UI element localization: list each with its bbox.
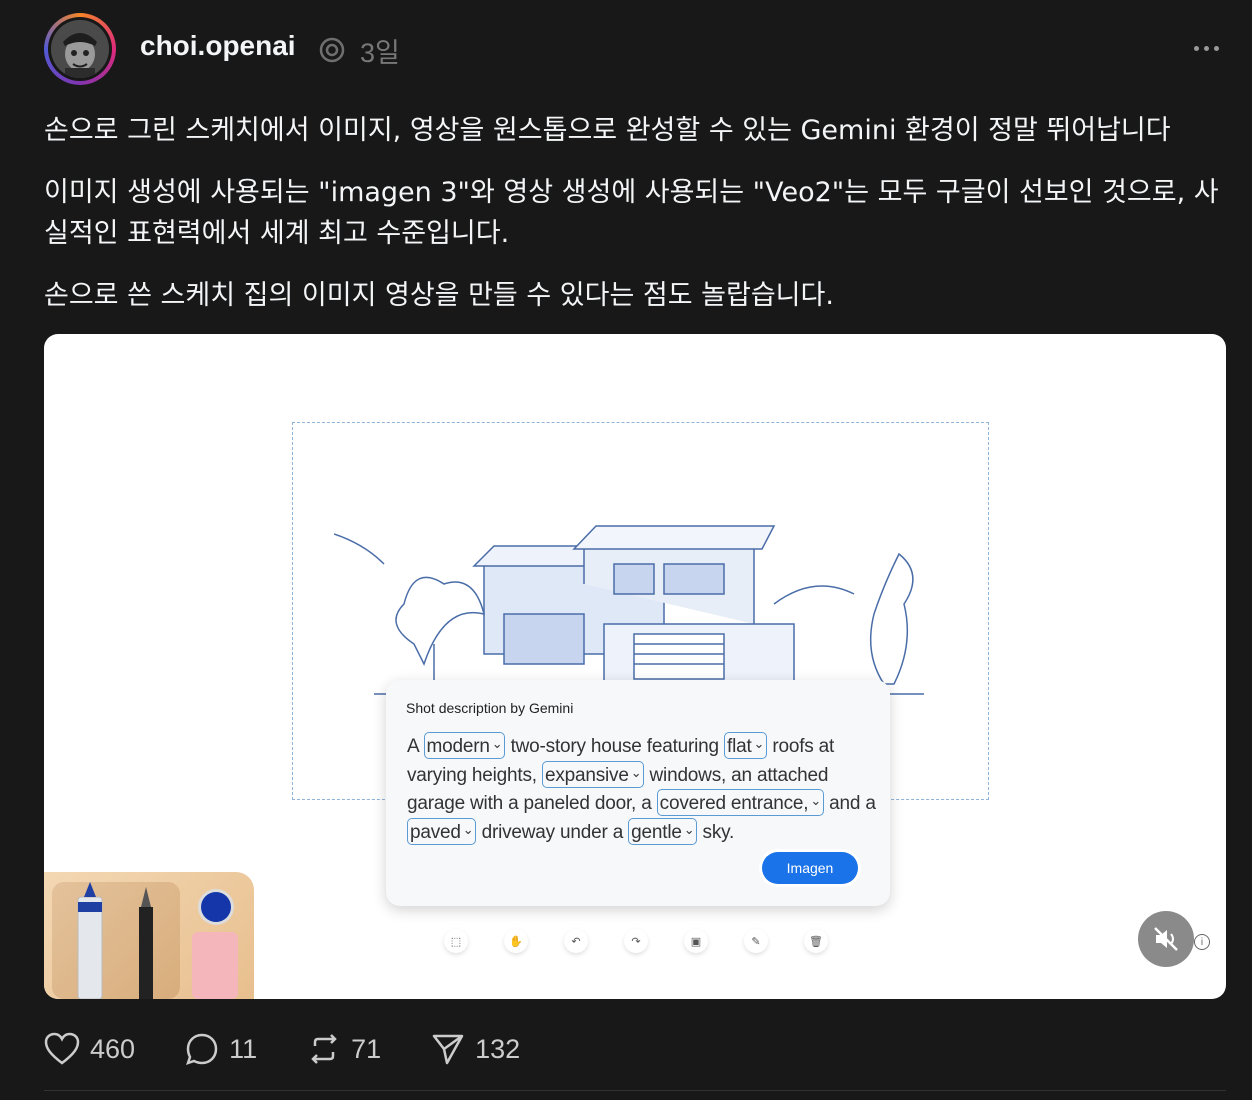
canvas-toolbar: ⬚ ✋ ↶ ↷ ▣ ✎ 🗑 bbox=[444, 929, 844, 953]
heart-icon bbox=[44, 1032, 80, 1065]
username[interactable]: choi.openai bbox=[140, 30, 296, 62]
add-image-icon[interactable]: ▣ bbox=[684, 929, 708, 953]
comment-count: 11 bbox=[229, 1033, 258, 1064]
comment-icon bbox=[186, 1033, 218, 1065]
avatar-ring bbox=[48, 17, 112, 81]
hand-tool-icon[interactable]: ✋ bbox=[504, 929, 528, 953]
description-text-segment: two-story house featuring bbox=[510, 736, 720, 757]
description-text-segment: driveway under a bbox=[481, 821, 624, 843]
dot-icon bbox=[1203, 45, 1209, 51]
dot-icon bbox=[1213, 45, 1219, 51]
post-paragraph: 이미지 생성에 사용되는 "imagen 3"와 영상 생성에 사용되는 "Ve… bbox=[44, 177, 1219, 249]
shot-description-card: Shot description by Gemini A modern two-… bbox=[386, 680, 890, 906]
select-tool-icon[interactable]: ⬚ bbox=[444, 929, 468, 953]
post-video[interactable]: Shot description by Gemini A modern two-… bbox=[44, 334, 1226, 999]
marker-pen-eraser-icon bbox=[77, 882, 238, 999]
keyword-dropdown-paved[interactable]: paved bbox=[407, 817, 477, 845]
keyword-dropdown-expansive[interactable]: expansive bbox=[541, 760, 645, 788]
share-button[interactable]: 132 bbox=[431, 1032, 520, 1066]
post-paragraph: 손으로 그린 스케치에서 이미지, 영상을 원스톱으로 완성할 수 있는 Gem… bbox=[44, 115, 1171, 146]
edit-icon[interactable]: ✎ bbox=[744, 929, 768, 953]
send-icon bbox=[432, 1034, 464, 1065]
keyword-dropdown-flat[interactable]: flat bbox=[724, 732, 768, 759]
description-text-segment: and a bbox=[829, 793, 876, 814]
post-divider bbox=[44, 1090, 1226, 1091]
repost-count: 71 bbox=[351, 1033, 382, 1064]
repost-icon bbox=[311, 1034, 337, 1064]
card-title: Shot description by Gemini bbox=[406, 700, 574, 716]
avatar[interactable] bbox=[44, 13, 116, 85]
description-text: A modern two-story house featuring flat … bbox=[407, 732, 877, 846]
drawing-tools-tray bbox=[44, 872, 254, 999]
info-icon[interactable]: i bbox=[1194, 934, 1210, 950]
description-text-segment: sky. bbox=[702, 821, 735, 843]
keyword-dropdown-modern[interactable]: modern bbox=[423, 732, 506, 759]
dot-icon bbox=[1193, 45, 1199, 51]
keyword-dropdown-gentle[interactable]: gentle bbox=[628, 817, 698, 845]
description-text-segment: A bbox=[407, 736, 419, 757]
post-body: 손으로 그린 스케치에서 이미지, 영상을 원스톱으로 완성할 수 있는 Gem… bbox=[44, 110, 1234, 337]
post-timestamp[interactable]: 3일 bbox=[360, 31, 400, 70]
redo-icon[interactable]: ↷ bbox=[624, 929, 648, 953]
undo-icon[interactable]: ↶ bbox=[564, 929, 588, 953]
like-count: 460 bbox=[90, 1033, 136, 1064]
more-options-button[interactable] bbox=[1188, 38, 1224, 58]
share-count: 132 bbox=[475, 1033, 521, 1064]
speaker-muted-icon bbox=[1154, 927, 1178, 951]
threads-badge-icon bbox=[319, 37, 345, 63]
keyword-dropdown-covered-entrance[interactable]: covered entrance, bbox=[656, 789, 825, 816]
like-button[interactable]: 460 bbox=[44, 1032, 135, 1066]
repost-button[interactable]: 71 bbox=[307, 1032, 381, 1066]
imagen-button[interactable]: Imagen bbox=[762, 852, 858, 884]
post-action-bar: 460 11 71 132 bbox=[44, 1029, 570, 1069]
avatar-image bbox=[51, 20, 109, 78]
post-paragraph: 손으로 쓴 스케치 집의 이미지 영상을 만들 수 있다는 점도 놀랍습니다. bbox=[44, 280, 834, 311]
comment-button[interactable]: 11 bbox=[185, 1032, 257, 1066]
mute-toggle-button[interactable] bbox=[1138, 911, 1194, 967]
delete-icon[interactable]: 🗑 bbox=[804, 929, 828, 953]
